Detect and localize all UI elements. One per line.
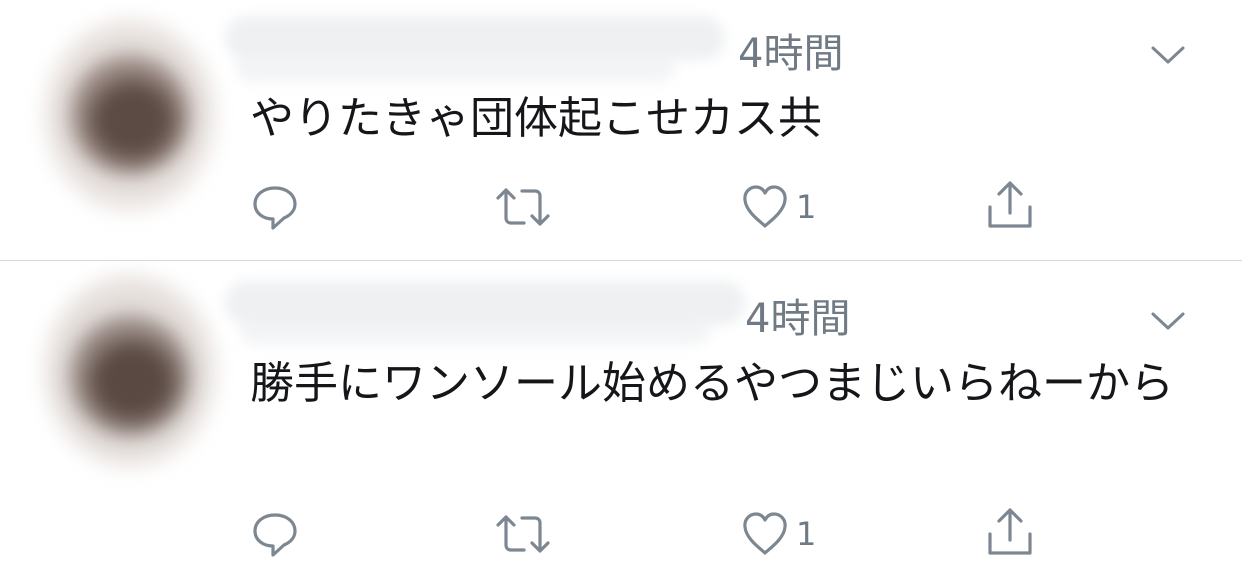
- heart-icon: [743, 512, 787, 555]
- tweet-text: 勝手にワンソール始めるやつまじいらねーから: [250, 358, 1174, 409]
- chevron-down-icon[interactable]: [1150, 310, 1186, 332]
- retweet-button[interactable]: [494, 182, 552, 232]
- like-button[interactable]: 1: [740, 182, 816, 232]
- like-button[interactable]: 1: [740, 509, 816, 559]
- share-button[interactable]: [985, 507, 1035, 557]
- share-icon: [988, 181, 1032, 228]
- avatar[interactable]: [35, 10, 225, 220]
- share-button[interactable]: [985, 180, 1035, 230]
- reply-button[interactable]: [250, 182, 300, 232]
- chevron-down-icon[interactable]: [1150, 44, 1186, 66]
- author-handle[interactable]: [235, 52, 675, 82]
- tweet-text: やりたきゃ団体起こせカス共: [250, 93, 822, 144]
- tweet-timestamp: 4時間: [738, 31, 844, 77]
- retweet-icon: [496, 188, 550, 226]
- like-count: 1: [796, 515, 817, 553]
- retweet-icon: [496, 515, 550, 553]
- reply-button[interactable]: [250, 509, 300, 559]
- avatar[interactable]: [35, 266, 225, 476]
- tweet-timestamp: 4時間: [745, 296, 851, 342]
- author-handle[interactable]: [240, 315, 710, 345]
- heart-icon: [743, 185, 787, 228]
- reply-icon: [253, 513, 297, 557]
- tweet[interactable]: 4時間 やりたきゃ団体起こせカス共 1: [0, 0, 1242, 260]
- share-icon: [988, 508, 1032, 555]
- retweet-button[interactable]: [494, 509, 552, 559]
- tweet[interactable]: 4時間 勝手にワンソール始めるやつまじいらねーから 1: [0, 261, 1242, 581]
- reply-icon: [253, 186, 297, 230]
- like-count: 1: [796, 188, 817, 226]
